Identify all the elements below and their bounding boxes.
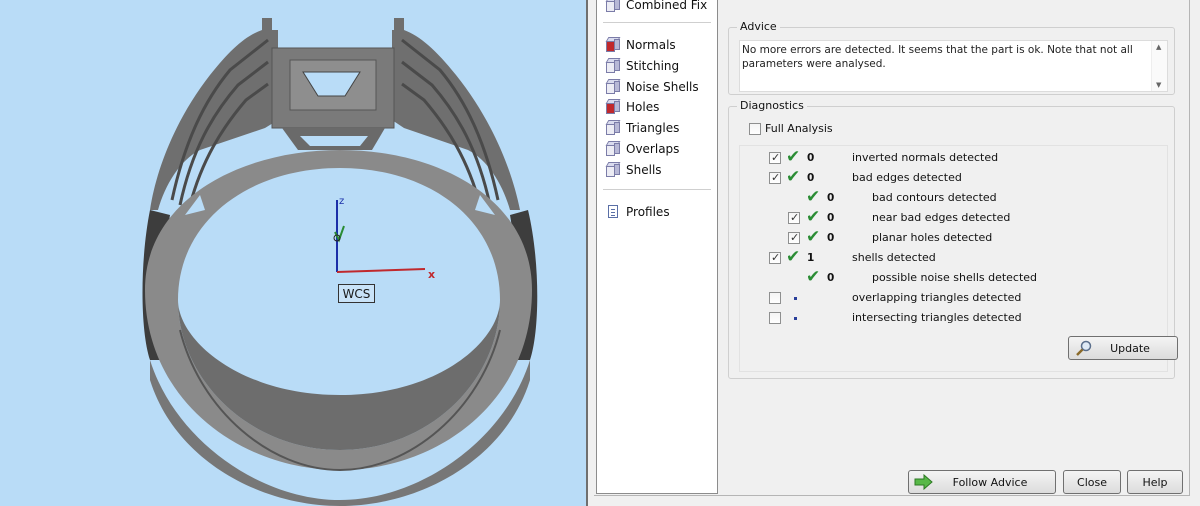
profiles-document-icon xyxy=(605,204,621,220)
nav-item-label: Triangles xyxy=(626,121,680,135)
axis-x-label: x xyxy=(428,268,436,281)
noise-shells-value: 0 xyxy=(827,272,835,284)
magnifier-icon xyxy=(1075,340,1093,356)
nav-item-shells[interactable]: Shells xyxy=(605,160,662,180)
nav-item-noise-shells[interactable]: Noise Shells xyxy=(605,77,699,97)
near-bad-edges-value: 0 xyxy=(827,212,835,224)
follow-advice-label: Follow Advice xyxy=(952,475,1028,489)
planar-holes-label: planar holes detected xyxy=(872,231,993,244)
combined-fix-cube-icon xyxy=(605,0,621,13)
intersecting-triangles-label: intersecting triangles detected xyxy=(852,311,1022,324)
shells-cube-icon xyxy=(605,162,621,178)
close-button[interactable]: Close xyxy=(1063,470,1121,494)
nav-divider xyxy=(603,22,711,23)
scroll-down-icon[interactable]: ▼ xyxy=(1156,81,1161,89)
help-button[interactable]: Help xyxy=(1127,470,1183,494)
holes-cube-icon xyxy=(605,99,621,115)
update-label: Update xyxy=(1110,341,1150,355)
analysis-dialog: Combined Fix Normals Stitching Noise She… xyxy=(586,0,1200,506)
near-bad-edges-checkbox[interactable] xyxy=(788,211,800,224)
shells-value: 1 xyxy=(807,252,815,264)
scroll-up-icon[interactable]: ▲ xyxy=(1156,43,1161,51)
nav-item-label: Overlaps xyxy=(626,142,680,156)
3d-viewport[interactable]: z x WCS xyxy=(0,0,586,506)
nav-item-label: Normals xyxy=(626,38,676,52)
axis-z-label: z xyxy=(339,196,345,207)
overlapping-triangles-checkbox[interactable] xyxy=(769,292,781,304)
ok-check-icon: ✔ xyxy=(806,227,821,247)
advice-group: Advice No more errors are detected. It s… xyxy=(728,20,1175,95)
ok-check-icon: ✔ xyxy=(786,147,801,167)
ok-check-icon: ✔ xyxy=(786,167,801,187)
nav-item-profiles[interactable]: Profiles xyxy=(605,202,670,222)
normals-cube-icon xyxy=(605,37,621,53)
nav-item-label: Stitching xyxy=(626,59,680,73)
follow-advice-button[interactable]: Follow Advice xyxy=(908,470,1056,494)
nav-item-label: Profiles xyxy=(626,205,670,219)
inverted-normals-label: inverted normals detected xyxy=(852,151,999,164)
fix-nav-list: Combined Fix Normals Stitching Noise She… xyxy=(596,0,718,494)
stitching-cube-icon xyxy=(605,58,621,74)
ok-check-icon: ✔ xyxy=(806,187,821,207)
shells-label: shells detected xyxy=(852,251,936,264)
wcs-label-text: WCS xyxy=(342,286,371,301)
diagnostics-results-panel: ✔ 0 inverted normals detected ✔ 0 bad ed… xyxy=(739,145,1178,372)
ok-check-icon: ✔ xyxy=(806,207,821,227)
diagnostics-group: Diagnostics Full Analysis ✔ 0 inverted n… xyxy=(728,99,1178,379)
intersecting-triangles-checkbox[interactable] xyxy=(769,312,781,324)
nav-item-label: Noise Shells xyxy=(626,80,699,94)
inverted-normals-checkbox[interactable] xyxy=(769,151,781,164)
nav-item-label: Holes xyxy=(626,100,660,114)
update-button[interactable]: Update xyxy=(1068,336,1178,360)
green-arrow-icon xyxy=(913,473,933,491)
advice-scrollbar[interactable]: ▲ ▼ xyxy=(1151,41,1167,91)
close-label: Close xyxy=(1077,475,1107,489)
full-analysis-checkbox[interactable] xyxy=(749,123,761,135)
nav-item-combined-fix[interactable]: Combined Fix xyxy=(605,0,707,15)
planar-holes-checkbox[interactable] xyxy=(788,231,800,244)
full-analysis-label: Full Analysis xyxy=(765,122,833,135)
nav-divider xyxy=(603,189,711,190)
nav-item-normals[interactable]: Normals xyxy=(605,35,676,55)
wcs-label: WCS xyxy=(338,284,375,303)
bad-edges-label: bad edges detected xyxy=(852,171,962,184)
not-analysed-dot-icon xyxy=(794,317,797,320)
nav-item-stitching[interactable]: Stitching xyxy=(605,56,679,76)
diagnostics-title: Diagnostics xyxy=(737,99,807,112)
nav-item-triangles[interactable]: Triangles xyxy=(605,118,679,138)
bad-edges-checkbox[interactable] xyxy=(769,171,781,184)
noise-shells-cube-icon xyxy=(605,79,621,95)
overlapping-triangles-label: overlapping triangles detected xyxy=(852,291,1022,304)
inverted-normals-value: 0 xyxy=(807,152,815,164)
bad-contours-label: bad contours detected xyxy=(872,191,997,204)
not-analysed-dot-icon xyxy=(794,297,797,300)
bad-contours-value: 0 xyxy=(827,192,835,204)
noise-shells-label: possible noise shells detected xyxy=(872,271,1038,284)
near-bad-edges-label: near bad edges detected xyxy=(872,211,1011,224)
planar-holes-value: 0 xyxy=(827,232,835,244)
advice-textbox[interactable]: No more errors are detected. It seems th… xyxy=(739,40,1168,92)
triangles-cube-icon xyxy=(605,120,621,136)
overlaps-cube-icon xyxy=(605,141,621,157)
advice-text: No more errors are detected. It seems th… xyxy=(742,44,1133,70)
ok-check-icon: ✔ xyxy=(786,247,801,267)
nav-item-label: Combined Fix xyxy=(626,0,708,12)
nav-item-holes[interactable]: Holes xyxy=(605,97,659,117)
shells-checkbox[interactable] xyxy=(769,251,781,264)
ring-model xyxy=(142,18,538,506)
nav-item-label: Shells xyxy=(626,163,662,177)
nav-item-overlaps[interactable]: Overlaps xyxy=(605,139,679,159)
advice-title: Advice xyxy=(737,20,780,33)
ok-check-icon: ✔ xyxy=(806,267,821,287)
bad-edges-value: 0 xyxy=(807,172,815,184)
help-label: Help xyxy=(1142,475,1168,489)
